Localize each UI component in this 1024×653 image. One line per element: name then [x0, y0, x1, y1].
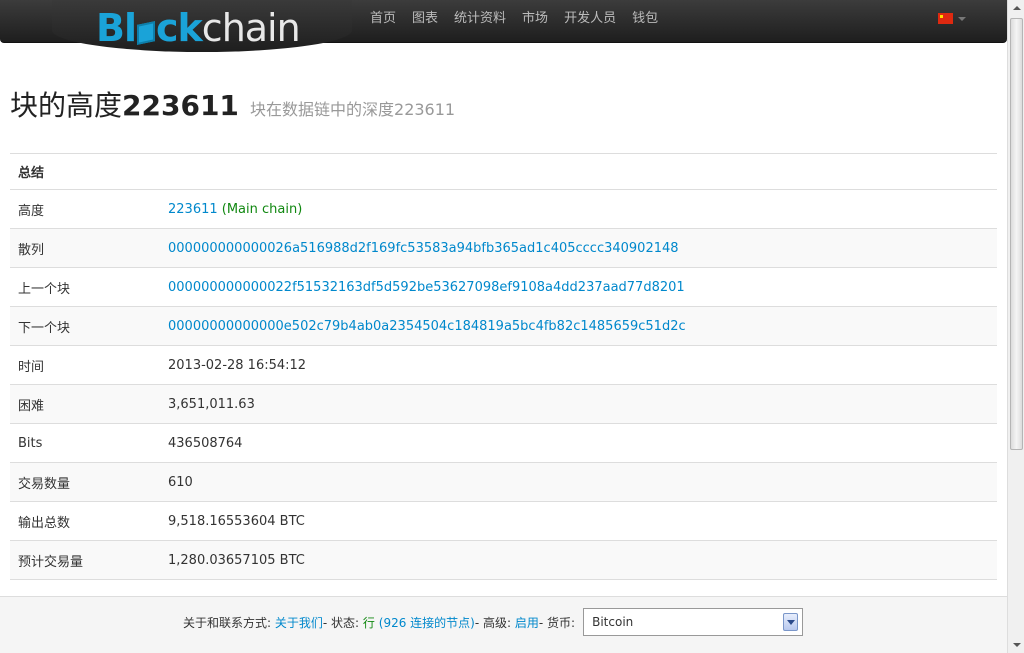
row-label: 输出总数	[10, 501, 160, 541]
table-row: 高度 223611 (Main chain)	[10, 189, 997, 229]
logo-text-block-b: ck	[156, 6, 203, 50]
nav-charts[interactable]: 图表	[404, 0, 446, 38]
page-title: 块的高度223611 块在数据链中的深度223611	[10, 84, 455, 124]
table-row: 输出总数 9,518.16553604 BTC	[10, 501, 997, 541]
row-label: 预计交易量	[10, 540, 160, 580]
china-flag-icon[interactable]	[938, 13, 953, 24]
row-value: 1,280.03657105 BTC	[160, 540, 997, 580]
row-value: 610	[160, 462, 997, 502]
top-navbar: Bl ckchain 首页 图表 统计资料 市场 开发人员 钱包	[0, 0, 1007, 52]
table-header: 总结	[10, 153, 997, 190]
currency-prefix: - 货币:	[538, 615, 576, 630]
row-label: 交易数量	[10, 462, 160, 502]
row-label: 散列	[10, 228, 160, 268]
table-row: 时间 2013-02-28 16:54:12	[10, 345, 997, 385]
logo-cube-icon	[137, 21, 155, 45]
currency-select[interactable]: Bitcoin	[583, 608, 804, 636]
connected-nodes-link[interactable]: (926 连接的节点)	[379, 614, 475, 631]
about-link[interactable]: 关于我们	[275, 614, 323, 631]
scroll-down-icon[interactable]	[1008, 636, 1024, 653]
row-value: 9,518.16553604 BTC	[160, 501, 997, 541]
table-row: Bits 436508764	[10, 423, 997, 463]
scroll-up-icon[interactable]	[1008, 0, 1024, 17]
table-row: 困难 3,651,011.63	[10, 384, 997, 424]
title-text: 块的高度223611	[10, 89, 239, 122]
table-row: 预计交易量 1,280.03657105 BTC	[10, 540, 997, 580]
status-ok: 行	[362, 615, 375, 630]
block-summary-table: 总结 高度 223611 (Main chain) 散列 00000000000…	[10, 153, 997, 619]
row-label: 上一个块	[10, 267, 160, 307]
advanced-enable-link[interactable]: 启用	[515, 614, 539, 631]
page-subtitle: 块在数据链中的深度223611	[250, 100, 456, 119]
table-row: 交易数量 610	[10, 462, 997, 502]
row-value: 000000000000026a516988d2f169fc53583a94bf…	[160, 228, 997, 268]
nav-developers[interactable]: 开发人员	[556, 0, 624, 38]
title-label: 块的高度	[10, 89, 123, 122]
row-value: 2013-02-28 16:54:12	[160, 345, 997, 385]
scroll-thumb[interactable]	[1010, 18, 1023, 450]
footer-bar: 关于和联系方式: 关于我们 - 状态: 行 (926 连接的节点) - 高级: …	[0, 596, 1007, 653]
nav-stats[interactable]: 统计资料	[446, 0, 514, 38]
vertical-scrollbar[interactable]	[1007, 0, 1024, 653]
footer-content: 关于和联系方式: 关于我们 - 状态: 行 (926 连接的节点) - 高级: …	[183, 607, 804, 637]
nav-markets[interactable]: 市场	[514, 0, 556, 38]
row-value: 00000000000000e502c79b4ab0a2354504c18481…	[160, 306, 997, 346]
row-label: 下一个块	[10, 306, 160, 346]
table-row: 散列 000000000000026a516988d2f169fc53583a9…	[10, 228, 997, 268]
chevron-down-icon[interactable]	[958, 17, 966, 21]
advanced-prefix: - 高级:	[474, 615, 512, 630]
logo-text-chain: chain	[201, 6, 301, 50]
row-label: 时间	[10, 345, 160, 385]
logo-text-block-a: Bl	[96, 6, 137, 50]
nav-home[interactable]: 首页	[362, 0, 404, 38]
status-prefix: - 状态:	[322, 615, 360, 630]
row-value: 436508764	[160, 423, 997, 463]
row-value: 3,651,011.63	[160, 384, 997, 424]
title-height: 223611	[122, 89, 239, 122]
hash-link[interactable]: 000000000000026a516988d2f169fc53583a94bf…	[168, 241, 679, 256]
row-label: 困难	[10, 384, 160, 424]
height-link[interactable]: 223611	[168, 202, 218, 217]
table-row: 上一个块 000000000000022f51532163df5d592be53…	[10, 267, 997, 307]
table-header-row: 总结	[10, 153, 997, 190]
main-nav: 首页 图表 统计资料 市场 开发人员 钱包	[362, 0, 666, 38]
next-block-link[interactable]: 00000000000000e502c79b4ab0a2354504c18481…	[168, 319, 686, 334]
main-chain-label: (Main chain)	[217, 201, 303, 217]
row-label: Bits	[10, 423, 160, 463]
row-value: 223611 (Main chain)	[160, 189, 997, 229]
currency-selected-value: Bitcoin	[592, 615, 634, 629]
nav-wallet[interactable]: 钱包	[624, 0, 666, 38]
previous-block-link[interactable]: 000000000000022f51532163df5d592be5362709…	[168, 280, 685, 295]
dropdown-arrow-icon[interactable]	[783, 613, 799, 631]
row-value: 000000000000022f51532163df5d592be5362709…	[160, 267, 997, 307]
table-row: 下一个块 00000000000000e502c79b4ab0a2354504c…	[10, 306, 997, 346]
blockchain-logo[interactable]: Bl ckchain	[96, 6, 301, 50]
row-label: 高度	[10, 189, 160, 229]
about-prefix: 关于和联系方式:	[183, 615, 272, 630]
